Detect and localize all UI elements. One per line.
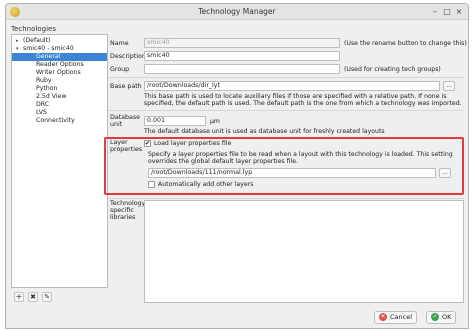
rename-icon[interactable]: ✎ xyxy=(42,292,52,302)
expand-arrow-icon[interactable]: ▸ xyxy=(16,37,22,45)
name-field: smic40 xyxy=(144,38,340,48)
tree-item-ruby[interactable]: Ruby xyxy=(36,77,52,85)
separator xyxy=(108,110,464,111)
group-hint: (Used for creating tech groups) xyxy=(344,66,441,73)
base-path-note: This base path is used to locate auxilia… xyxy=(144,93,462,108)
collapse-arrow-icon[interactable]: ▾ xyxy=(16,45,22,53)
cancel-icon: ✕ xyxy=(379,313,387,321)
tree-item-python[interactable]: Python xyxy=(36,85,57,93)
tree-item-lvs[interactable]: LVS xyxy=(36,109,47,117)
dbu-field[interactable]: 0.001 xyxy=(144,116,206,126)
separator xyxy=(108,77,464,78)
tree-item-reader-options[interactable]: Reader Options xyxy=(36,61,84,69)
highlight-box xyxy=(104,137,464,195)
tree-item-default[interactable]: ▸ (Default) xyxy=(16,37,50,45)
group-field[interactable] xyxy=(144,64,340,74)
technology-manager-window: Technology Manager – □ × Technologies ▸ … xyxy=(5,3,469,329)
close-icon[interactable]: × xyxy=(454,7,464,17)
description-label: Description xyxy=(110,53,146,60)
name-label: Name xyxy=(110,40,129,47)
tree-item-general[interactable]: General xyxy=(12,53,107,61)
tech-libraries-label: Technology specific libraries xyxy=(110,200,146,221)
title-bar: Technology Manager – □ × xyxy=(6,4,468,20)
tree-item-2-5d-view[interactable]: 2.5d View xyxy=(36,93,66,101)
delete-icon[interactable]: ✖ xyxy=(28,292,38,302)
tree-item-smic40[interactable]: ▾ smic40 - smic40 xyxy=(16,45,74,53)
maximize-icon[interactable]: □ xyxy=(442,7,452,17)
separator xyxy=(108,198,464,199)
tree-item-connectivity[interactable]: Connectivity xyxy=(36,117,75,125)
base-path-field[interactable]: /root/Downloads/dir_lyt xyxy=(144,81,440,91)
dbu-unit: µm xyxy=(210,118,220,125)
tree-item-writer-options[interactable]: Writer Options xyxy=(36,69,81,77)
tree-item-drc[interactable]: DRC xyxy=(36,101,49,109)
technologies-heading: Technologies xyxy=(11,25,56,33)
cancel-button[interactable]: ✕ Cancel xyxy=(374,311,418,324)
base-path-browse-button[interactable]: ... xyxy=(443,81,455,91)
dbu-label: Database unit xyxy=(110,114,141,128)
name-hint: (Use the rename button to change this) xyxy=(344,40,467,47)
description-field[interactable]: smic40 xyxy=(144,51,340,61)
ok-icon: ✓ xyxy=(431,313,439,321)
base-path-label: Base path xyxy=(110,83,142,90)
plus-icon[interactable]: + xyxy=(14,292,24,302)
dbu-note: The default database unit is used as dat… xyxy=(144,128,385,135)
ok-button[interactable]: ✓ OK xyxy=(426,311,457,324)
minimize-icon[interactable]: – xyxy=(430,7,440,17)
group-label: Group xyxy=(110,66,130,73)
window-title: Technology Manager xyxy=(198,7,276,16)
tech-libraries-list[interactable] xyxy=(144,200,464,303)
technology-tree[interactable]: ▸ (Default) ▾ smic40 - smic40 General Re… xyxy=(11,34,108,288)
